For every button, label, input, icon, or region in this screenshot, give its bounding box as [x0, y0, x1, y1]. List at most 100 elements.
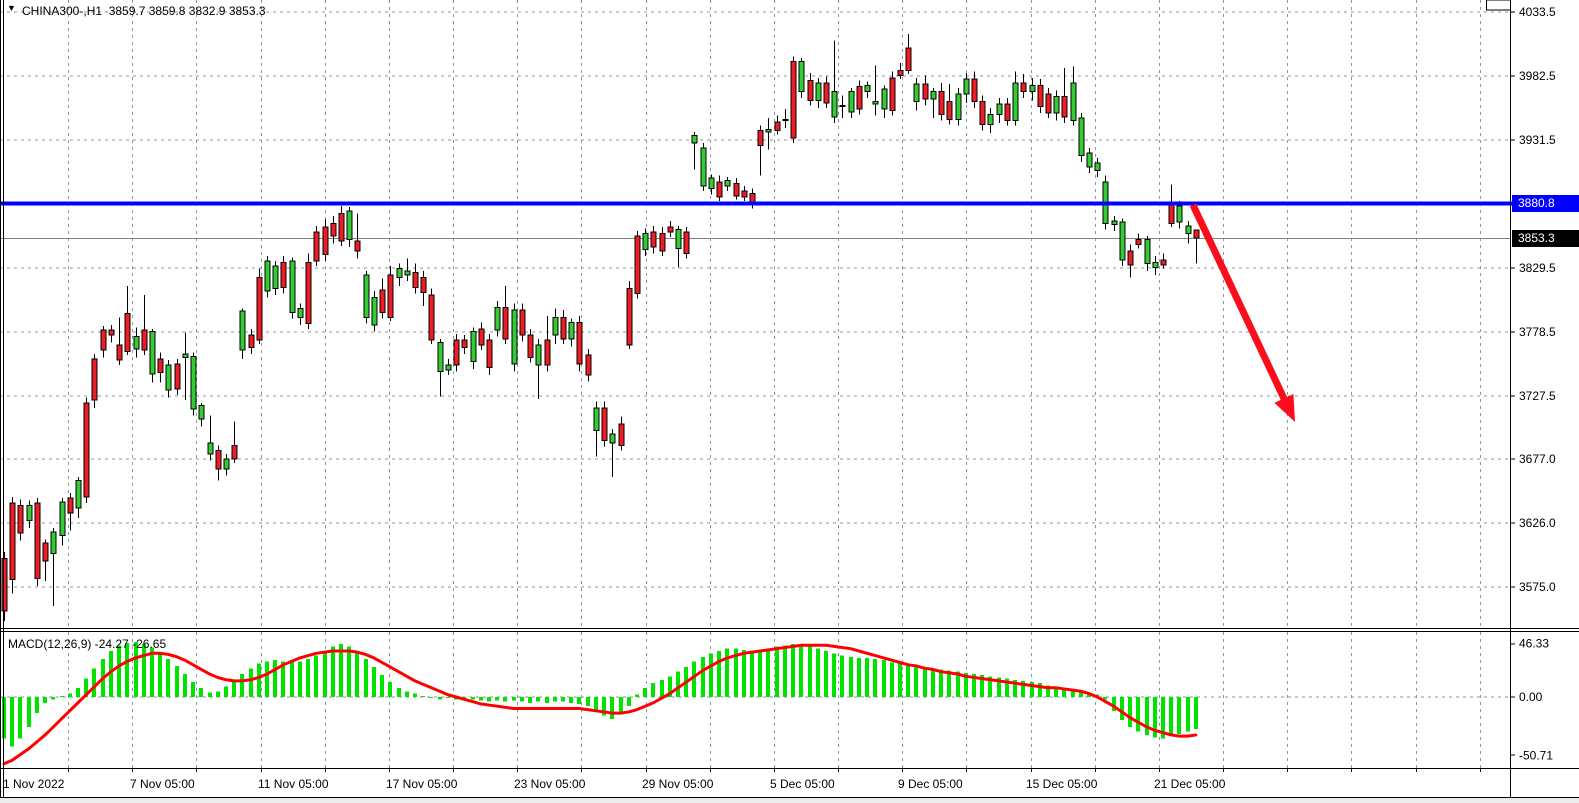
candle-bear: [898, 70, 903, 75]
macd-histogram-bar: [257, 664, 261, 697]
candle-bull: [865, 85, 870, 91]
macd-histogram-bar: [199, 688, 203, 697]
macd-histogram-bar: [265, 661, 269, 697]
macd-histogram-bar: [849, 657, 853, 697]
macd-histogram-bar: [208, 692, 212, 697]
candle-bear: [1136, 240, 1141, 245]
price-axis-label: 3778.5: [1519, 325, 1556, 339]
macd-histogram-bar: [725, 649, 729, 697]
macd-histogram-bar: [290, 660, 294, 697]
candle-bear: [175, 364, 180, 389]
candle-bear: [520, 310, 525, 335]
candle-bear: [742, 191, 747, 197]
macd-histogram-bar: [586, 697, 590, 706]
candle-bear: [758, 131, 763, 146]
macd-histogram-bar: [183, 674, 187, 697]
macd-histogram-bar: [709, 653, 713, 697]
macd-histogram-bar: [43, 697, 47, 703]
macd-histogram-bar: [561, 697, 565, 702]
candle-bear: [68, 498, 73, 513]
candle-bear: [857, 87, 862, 110]
time-axis-label: 21 Dec 05:00: [1154, 777, 1226, 791]
macd-histogram-bar: [249, 668, 253, 697]
macd-histogram-bar: [429, 697, 433, 698]
candle-bear: [1046, 94, 1051, 113]
candle-bear: [668, 227, 673, 232]
candle-bear: [257, 277, 262, 340]
candle-bear: [1038, 85, 1043, 106]
candle-bull: [1112, 221, 1117, 225]
macd-histogram-bar: [914, 666, 918, 697]
candle-bear: [158, 359, 163, 373]
macd-histogram-bar: [125, 643, 129, 697]
down-arrow-shaft[interactable]: [1193, 205, 1286, 404]
macd-name: MACD(12,26,9): [8, 637, 91, 651]
candle-bear: [35, 503, 40, 578]
candle-bear: [1128, 251, 1133, 265]
candle-bear: [388, 275, 393, 318]
candle-bull: [150, 331, 155, 374]
candle-bear: [906, 48, 911, 71]
candle-bull: [799, 62, 804, 92]
candle-bull: [725, 181, 730, 186]
macd-histogram-bar: [1136, 697, 1140, 732]
macd-histogram-bar: [758, 650, 762, 697]
macd-histogram-bar: [372, 667, 376, 697]
macd-histogram-bar: [503, 697, 507, 702]
macd-histogram-bar: [27, 697, 31, 727]
price-axis-label: 3982.5: [1519, 69, 1556, 83]
candle-bear: [84, 403, 89, 497]
candle-bull: [964, 79, 969, 94]
candle-bear: [1021, 83, 1026, 92]
macd-main-value: -24.27: [95, 637, 129, 651]
candle-bull: [265, 261, 270, 291]
candle-bull: [882, 89, 887, 109]
candle-bull: [1079, 118, 1084, 156]
macd-histogram-bar: [717, 651, 721, 697]
current-price-tag: 3853.3: [1512, 230, 1579, 247]
candle-bull: [183, 354, 188, 358]
chart-shift-marker: [1487, 0, 1511, 10]
macd-histogram-bar: [158, 653, 162, 697]
candle-bear: [939, 92, 944, 115]
candle-bear: [429, 295, 434, 340]
candle-bear: [10, 503, 15, 580]
macd-histogram-bar: [791, 644, 795, 697]
candle-bull: [709, 178, 714, 188]
candle-bear: [339, 213, 344, 241]
candle-bear: [1169, 205, 1174, 224]
price-axis-label: 3829.5: [1519, 261, 1556, 275]
macd-histogram-bar: [191, 682, 195, 697]
macd-histogram-bar: [766, 649, 770, 697]
candle-bull: [569, 322, 574, 338]
macd-indicator-label: MACD(12,26,9) -24.27 -26.65: [8, 637, 166, 651]
symbol-dropdown-icon[interactable]: ▼: [7, 3, 16, 13]
candle-bull: [610, 434, 615, 443]
down-arrow-head[interactable]: [1274, 394, 1295, 422]
candle-bear: [421, 277, 426, 292]
macd-histogram-bar: [51, 697, 55, 699]
candle-bull: [594, 408, 599, 431]
macd-axis-label: -50.71: [1519, 748, 1553, 762]
macd-histogram-bar: [314, 656, 318, 697]
macd-histogram-bar: [388, 682, 392, 697]
candle-bull: [832, 92, 837, 117]
candle-bear: [545, 340, 550, 365]
candle-bull: [512, 310, 517, 364]
macd-histogram-bar: [676, 672, 680, 697]
macd-histogram-bar: [528, 697, 532, 703]
candle-bear: [1194, 230, 1199, 238]
macd-histogram-bar: [775, 646, 779, 697]
chart-canvas[interactable]: 4033.53982.53931.53829.53778.53727.53677…: [0, 0, 1579, 803]
macd-histogram-bar: [857, 658, 861, 697]
candle-bull: [134, 336, 139, 349]
chart-title: CHINA300-,H1 3859.7 3859.8 3832.9 3853.3: [22, 4, 266, 18]
macd-histogram-bar: [495, 697, 499, 700]
macd-histogram-bar: [635, 695, 639, 697]
macd-histogram-bar: [35, 697, 39, 713]
macd-histogram-bar: [18, 697, 22, 738]
candle-bull: [372, 297, 377, 325]
candle-bull: [298, 309, 303, 318]
candle-bull: [914, 84, 919, 102]
time-axis-label: 1 Nov 2022: [3, 777, 65, 791]
